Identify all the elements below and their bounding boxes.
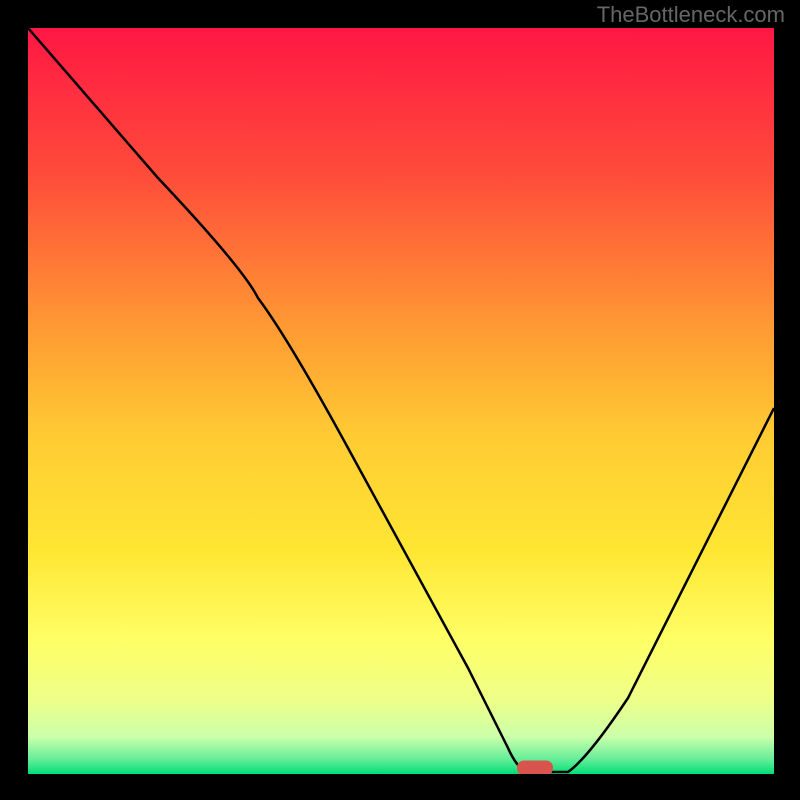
bottleneck-curve bbox=[28, 28, 774, 774]
watermark-text: TheBottleneck.com bbox=[597, 2, 785, 28]
chart-area bbox=[28, 28, 774, 774]
optimal-marker bbox=[517, 761, 553, 775]
